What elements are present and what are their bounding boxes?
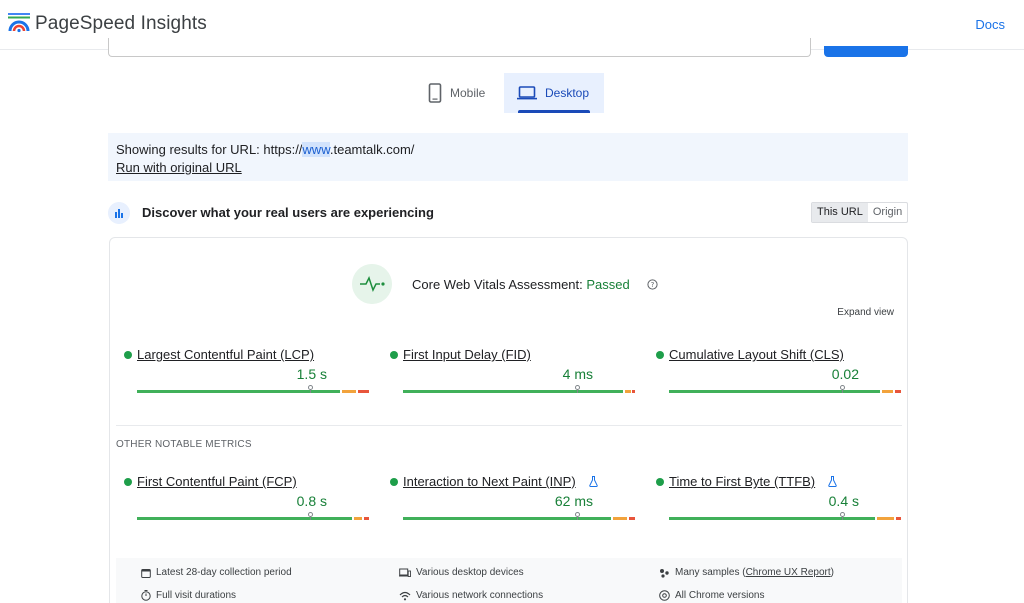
expand-view-button[interactable]: Expand view <box>837 307 894 318</box>
info-chrome-versions-text: All Chrome versions <box>675 590 765 601</box>
metric-inp-value: 62 ms <box>554 493 593 509</box>
metric-cls-name[interactable]: Cumulative Layout Shift (CLS) <box>669 347 844 362</box>
metric-ttfb-distribution-bar <box>669 512 901 520</box>
info-collection-period: Latest 28-day collection period <box>141 567 292 578</box>
chrome-icon <box>659 590 670 601</box>
url-origin-toggle: This URL Origin <box>811 202 909 223</box>
info-samples-prefix: Many samples ( <box>675 567 746 578</box>
pulse-icon <box>352 264 392 304</box>
analyze-button[interactable] <box>824 46 908 57</box>
info-collection-period-text: Latest 28-day collection period <box>156 567 292 578</box>
other-metrics-heading: OTHER NOTABLE METRICS <box>116 439 252 450</box>
metric-cls-distribution-bar <box>669 385 901 393</box>
good-status-dot <box>656 478 664 486</box>
users-chart-icon <box>108 202 130 224</box>
metric-inp-name[interactable]: Interaction to Next Paint (INP) <box>403 474 576 489</box>
toggle-origin[interactable]: Origin <box>868 203 907 222</box>
metric-fcp-name[interactable]: First Contentful Paint (FCP) <box>137 474 297 489</box>
timer-icon <box>141 590 151 601</box>
flask-icon[interactable] <box>589 476 598 487</box>
cwv-assessment-status: Passed <box>586 277 630 292</box>
info-samples-suffix: ) <box>830 567 834 578</box>
metric-cls-value: 0.02 <box>831 366 859 382</box>
cwv-assessment: Core Web Vitals Assessment: Passed <box>412 277 630 292</box>
notice-highlight: www <box>302 142 330 157</box>
good-status-dot <box>390 351 398 359</box>
notice-text: Showing results for URL: https://www.tea… <box>116 141 900 159</box>
good-status-dot <box>124 478 132 486</box>
metric-fcp-distribution-bar <box>137 512 369 520</box>
metric-fid-distribution-bar <box>403 385 635 393</box>
tab-desktop[interactable]: Desktop <box>504 73 604 113</box>
run-original-url-link[interactable]: Run with original URL <box>116 160 242 175</box>
field-data-title: Discover what your real users are experi… <box>142 205 434 220</box>
section-divider <box>116 425 902 426</box>
metric-ttfb-value: 0.4 s <box>828 493 859 509</box>
good-status-dot <box>656 351 664 359</box>
laptop-icon <box>517 86 537 100</box>
notice-prefix: Showing results for URL: https:// <box>116 142 303 157</box>
docs-link[interactable]: Docs <box>975 17 1005 32</box>
samples-icon <box>660 568 669 578</box>
info-visit-durations: Full visit durations <box>141 590 236 601</box>
info-chrome-versions: All Chrome versions <box>659 590 764 601</box>
metric-fid-name[interactable]: First Input Delay (FID) <box>403 347 531 362</box>
info-devices: Various desktop devices <box>399 567 524 578</box>
metric-lcp-name[interactable]: Largest Contentful Paint (LCP) <box>137 347 314 362</box>
url-input[interactable] <box>108 38 811 57</box>
info-visit-durations-text: Full visit durations <box>156 590 237 601</box>
url-notice: Showing results for URL: https://www.tea… <box>108 133 908 181</box>
metric-lcp-distribution-bar <box>137 385 369 393</box>
tab-mobile[interactable]: Mobile <box>418 73 504 113</box>
cwv-assessment-label: Core Web Vitals Assessment: <box>412 277 587 292</box>
good-status-dot <box>390 478 398 486</box>
info-network: Various network connections <box>399 590 543 601</box>
phone-icon <box>428 83 442 103</box>
notice-suffix: .teamtalk.com/ <box>329 142 415 157</box>
metric-lcp-value: 1.5 s <box>296 366 327 382</box>
chrome-ux-report-link[interactable]: Chrome UX Report <box>746 567 831 578</box>
info-samples: Many samples (Chrome UX Report) <box>659 567 834 578</box>
brand-title[interactable]: PageSpeed Insights <box>35 13 207 35</box>
metric-inp-distribution-bar <box>403 512 635 520</box>
wifi-icon <box>399 591 411 600</box>
calendar-icon <box>141 568 151 578</box>
help-icon[interactable]: ? <box>647 279 658 290</box>
tab-selected-indicator <box>518 110 590 113</box>
toggle-this-url[interactable]: This URL <box>812 203 868 222</box>
devices-icon <box>399 568 411 577</box>
info-devices-text: Various desktop devices <box>416 567 524 578</box>
metric-fcp-value: 0.8 s <box>296 493 327 509</box>
svg-text:?: ? <box>651 281 655 289</box>
info-network-text: Various network connections <box>416 590 544 601</box>
good-status-dot <box>124 351 132 359</box>
metric-fid-value: 4 ms <box>562 366 593 382</box>
tab-desktop-label: Desktop <box>545 86 590 100</box>
flask-icon[interactable] <box>828 476 837 487</box>
metric-ttfb-name[interactable]: Time to First Byte (TTFB) <box>669 474 815 489</box>
pagespeed-logo-icon[interactable] <box>8 13 30 33</box>
tab-mobile-label: Mobile <box>450 86 486 100</box>
